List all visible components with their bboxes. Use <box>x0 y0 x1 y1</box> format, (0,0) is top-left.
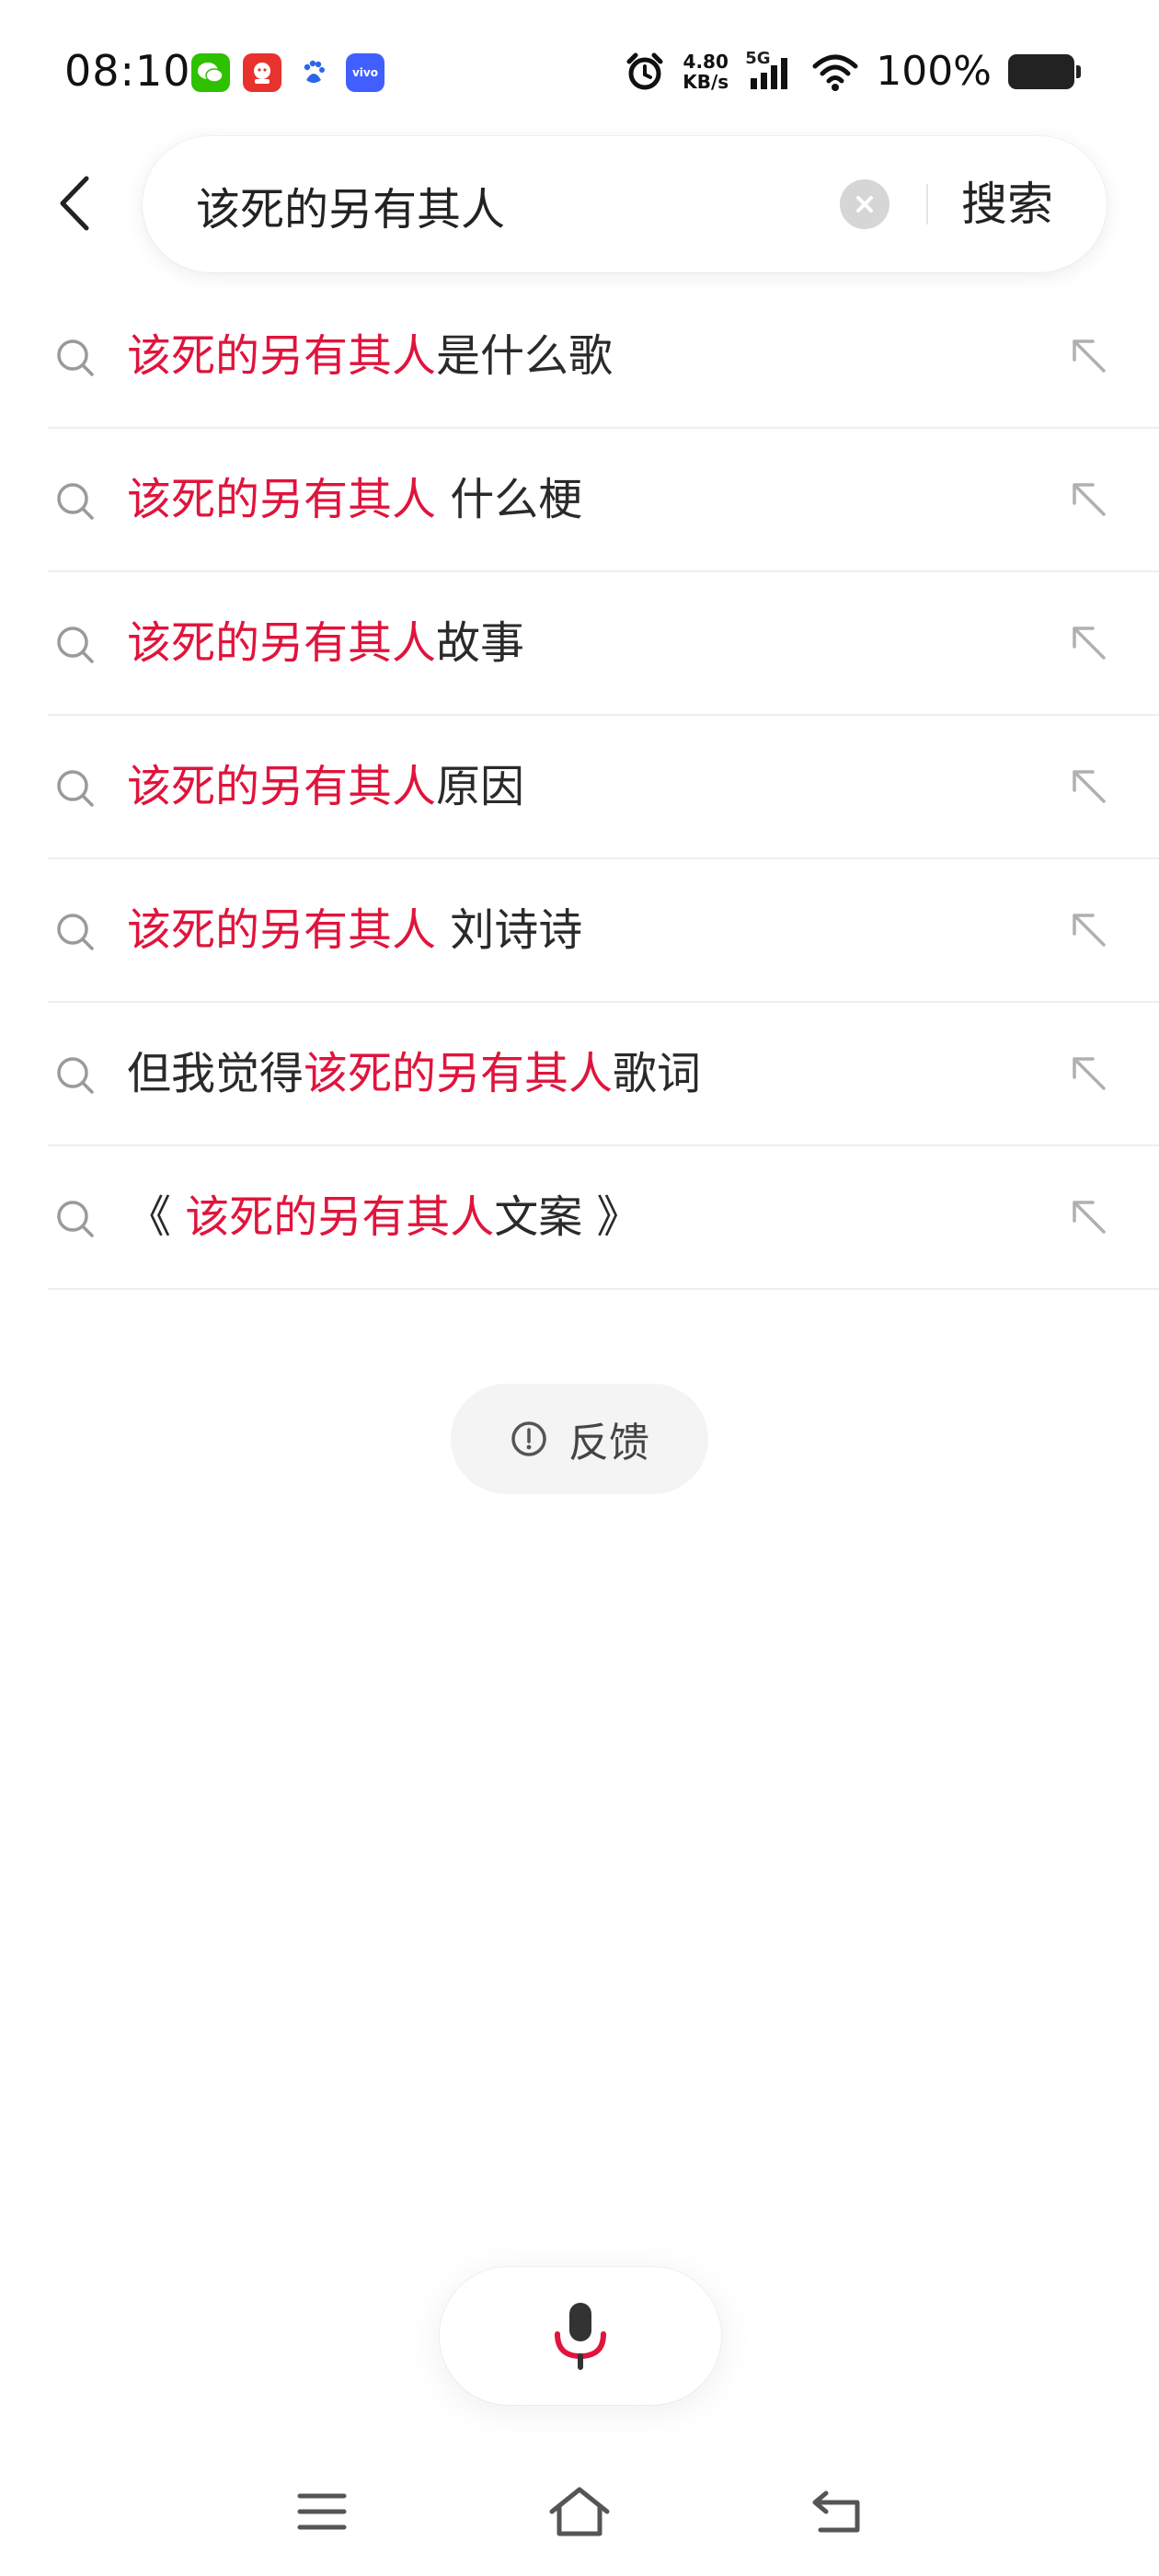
divider <box>926 184 928 224</box>
clear-button[interactable] <box>840 179 889 229</box>
status-time: 08:10 <box>64 46 191 96</box>
return-icon <box>812 2490 860 2533</box>
suggestion-text: 该死的另有其人是什么歌 <box>127 330 614 382</box>
suggestion-list: 该死的另有其人是什么歌 该死的另有其人 什么梗 该死的另有其人故事 该死的另有其… <box>48 285 1159 1290</box>
close-icon <box>856 196 873 213</box>
vivo-icon: vivo <box>346 53 384 92</box>
arrow-up-left-icon[interactable] <box>1069 766 1109 807</box>
search-icon <box>57 339 94 376</box>
suggestion-item[interactable]: 该死的另有其人 什么梗 <box>48 429 1159 572</box>
battery-icon <box>1008 53 1081 89</box>
red-app-icon <box>243 53 281 92</box>
suggestion-text: 但我觉得该死的另有其人歌词 <box>127 1048 702 1099</box>
back-nav-button[interactable] <box>800 2475 874 2548</box>
chevron-left-icon <box>60 176 89 231</box>
search-icon <box>57 1201 94 1237</box>
search-input[interactable] <box>194 167 878 243</box>
system-nav-bar <box>0 2447 1159 2576</box>
suggestion-item[interactable]: 《 该死的另有其人文案 》 <box>48 1146 1159 1290</box>
baidu-icon <box>294 53 333 92</box>
arrow-up-left-icon[interactable] <box>1069 479 1109 520</box>
search-box: 搜索 <box>143 136 1107 272</box>
suggestion-text: 该死的另有其人 刘诗诗 <box>127 904 583 956</box>
arrow-up-left-icon[interactable] <box>1069 1197 1109 1237</box>
suggestion-item[interactable]: 该死的另有其人原因 <box>48 716 1159 859</box>
suggestion-text: 该死的另有其人原因 <box>127 761 525 812</box>
status-bar: 08:10 vivo 4.80 KB/s 5G 100% <box>0 0 1159 138</box>
suggestion-item[interactable]: 但我觉得该死的另有其人歌词 <box>48 1003 1159 1146</box>
status-indicators: 4.80 KB/s 5G 100% <box>624 48 1081 95</box>
arrow-up-left-icon[interactable] <box>1069 910 1109 950</box>
alarm-icon <box>626 52 663 89</box>
menu-button[interactable] <box>285 2475 359 2548</box>
suggestion-text: 该死的另有其人 什么梗 <box>127 474 583 525</box>
notification-icons: vivo <box>191 53 384 92</box>
voice-search-button[interactable] <box>440 2267 721 2405</box>
search-icon <box>57 483 94 520</box>
suggestion-item[interactable]: 该死的另有其人 刘诗诗 <box>48 859 1159 1003</box>
arrow-up-left-icon[interactable] <box>1069 623 1109 663</box>
wechat-icon <box>191 53 230 92</box>
search-button[interactable]: 搜索 <box>961 173 1053 236</box>
battery-percent: 100% <box>876 48 992 95</box>
signal-5g-icon: 5G <box>745 50 795 93</box>
wifi-icon <box>812 54 858 91</box>
info-icon <box>511 1421 546 1456</box>
suggestion-item[interactable]: 该死的另有其人是什么歌 <box>48 285 1159 429</box>
suggestion-text: 该死的另有其人故事 <box>127 617 525 669</box>
home-button[interactable] <box>543 2475 616 2548</box>
search-icon <box>57 1057 94 1094</box>
search-icon <box>57 914 94 950</box>
feedback-label: 反馈 <box>568 1420 649 1466</box>
menu-icon <box>297 2493 347 2530</box>
search-icon <box>57 627 94 663</box>
arrow-up-left-icon[interactable] <box>1069 1053 1109 1094</box>
net-speed: 4.80 KB/s <box>683 50 729 93</box>
back-button[interactable] <box>48 170 99 236</box>
microphone-icon <box>555 2303 606 2370</box>
home-icon <box>549 2487 610 2536</box>
feedback-button[interactable]: 反馈 <box>451 1384 708 1494</box>
arrow-up-left-icon[interactable] <box>1069 336 1109 376</box>
search-icon <box>57 770 94 807</box>
suggestion-text: 《 该死的另有其人文案 》 <box>127 1191 641 1243</box>
suggestion-item[interactable]: 该死的另有其人故事 <box>48 572 1159 716</box>
